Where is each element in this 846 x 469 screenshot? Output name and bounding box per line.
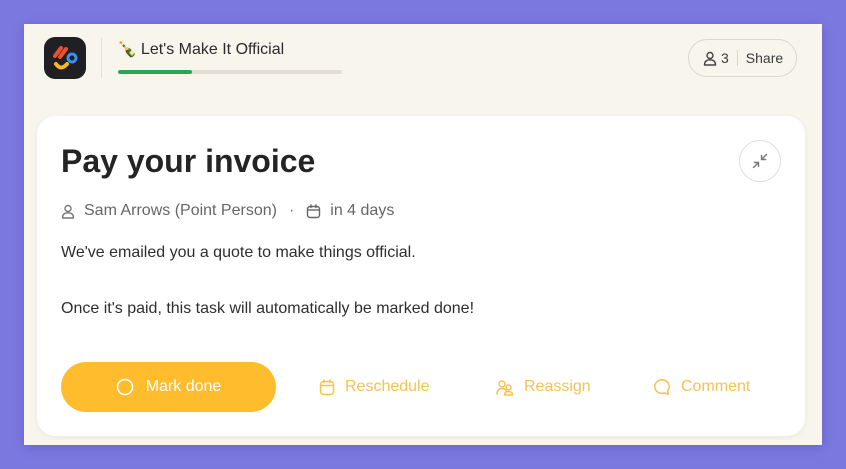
comment-label: Comment — [681, 378, 751, 395]
reschedule-label: Reschedule — [345, 378, 430, 395]
project-title[interactable]: 🍾 Let's Make It Official — [117, 39, 284, 59]
people-icon — [496, 379, 514, 396]
project-progress-bar — [118, 70, 342, 74]
project-progress-fill — [118, 70, 192, 74]
comment-button[interactable]: Comment — [653, 375, 750, 399]
app-logo[interactable] — [44, 37, 86, 79]
reassign-label: Reassign — [524, 378, 591, 395]
task-meta: Sam Arrows (Point Person) · in 4 days — [61, 201, 394, 221]
reschedule-button[interactable]: Reschedule — [319, 375, 430, 399]
mark-done-button[interactable]: Mark done — [61, 362, 276, 412]
description-line: Once it's paid, this task will automatic… — [61, 300, 475, 317]
divider — [101, 38, 102, 78]
circle-icon — [116, 378, 134, 396]
app-frame: 🍾 Let's Make It Official 3 Share Pay your… — [24, 24, 822, 445]
description-line: We've emailed you a quote to make things… — [61, 244, 416, 261]
task-title: Pay your invoice — [61, 143, 316, 179]
assignee-link[interactable]: Sam Arrows (Point Person) — [84, 202, 277, 220]
chat-bubble-icon — [653, 378, 671, 396]
share-button[interactable]: 3 Share — [688, 39, 797, 77]
person-icon — [703, 51, 717, 66]
task-description: We've emailed you a quote to make things… — [61, 243, 761, 319]
reassign-button[interactable]: Reassign — [496, 375, 591, 399]
person-icon — [61, 204, 75, 219]
due-date[interactable]: in 4 days — [330, 202, 394, 220]
collapse-arrows-icon — [752, 153, 768, 169]
mark-done-label: Mark done — [145, 378, 222, 395]
member-count: 3 — [721, 50, 729, 66]
logo-mark-icon — [53, 46, 78, 70]
share-label: Share — [745, 50, 784, 66]
top-bar: 🍾 Let's Make It Official 3 Share — [24, 24, 822, 94]
task-card: Pay your invoice Sam Arrows (Point Perso… — [37, 116, 805, 436]
collapse-button[interactable] — [739, 140, 781, 182]
champagne-icon: 🍾 — [117, 41, 137, 58]
calendar-icon — [306, 203, 321, 219]
calendar-icon — [319, 378, 335, 396]
share-divider — [736, 50, 738, 66]
meta-separator: · — [288, 202, 295, 219]
project-title-text: Let's Make It Official — [140, 41, 285, 58]
